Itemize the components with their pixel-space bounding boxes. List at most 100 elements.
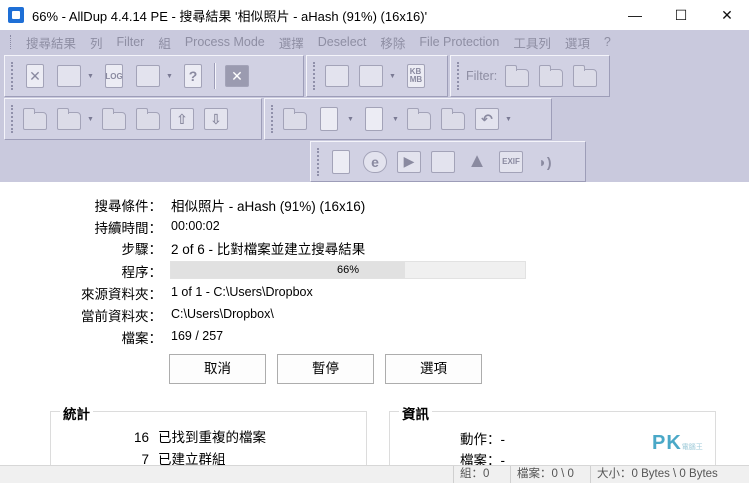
app-icon — [8, 7, 24, 23]
menu-bar: 搜尋結果 列 Filter 組 Process Mode 選擇 Deselect… — [0, 30, 749, 54]
menu-groups[interactable]: 組 — [151, 33, 178, 52]
undo-dropdown-icon[interactable]: ▼ — [504, 104, 513, 134]
current-folder-value: C:\Users\Dropbox\ — [171, 307, 274, 321]
toolbar-grip[interactable] — [271, 105, 274, 133]
log-button[interactable]: LOG — [99, 61, 129, 91]
deselect-folder-button[interactable] — [438, 104, 468, 134]
toolbar-selection: ▼ ▼ ↶ ▼ — [264, 98, 552, 140]
menu-columns[interactable]: 列 — [83, 33, 110, 52]
info-title: 資訊 — [399, 403, 432, 423]
traffic-cone-icon: ▲ — [467, 150, 487, 172]
menu-remove[interactable]: 移除 — [373, 33, 412, 52]
forward-button[interactable] — [54, 104, 84, 134]
folder-settings-button[interactable] — [280, 104, 310, 134]
text-doc-icon — [332, 149, 350, 174]
floppy-disk-icon — [136, 65, 160, 87]
menu-search-results[interactable]: 搜尋結果 — [19, 33, 83, 52]
options-button[interactable]: 選項 — [385, 354, 482, 384]
folder-down-icon — [136, 108, 160, 130]
toolbar-grip[interactable] — [11, 105, 14, 133]
undo-button[interactable]: ↶ — [472, 104, 502, 134]
image-viewer-button[interactable] — [428, 147, 458, 177]
nav-dropdown-icon[interactable]: ▼ — [86, 104, 95, 134]
size-unit-button[interactable]: KB MB — [401, 61, 431, 91]
help-icon: ? — [184, 64, 202, 88]
speaker-icon: ◗) — [538, 153, 552, 170]
search-criteria-label: 搜尋條件： — [94, 199, 163, 214]
exif-button[interactable]: EXIF — [496, 147, 526, 177]
info-action: 動作：- — [460, 432, 505, 447]
source-folder-label: 來源資料夾： — [81, 287, 162, 302]
column-layout-button[interactable] — [322, 61, 352, 91]
menu-process-mode[interactable]: Process Mode — [178, 35, 272, 49]
folder-icon — [505, 65, 530, 87]
save-button[interactable] — [133, 61, 163, 91]
columns-icon — [325, 65, 349, 87]
toolbar-file: ✕ ▼ LOG ▼ ? ✕ — [4, 55, 304, 97]
preview-button[interactable] — [54, 61, 84, 91]
duration-label: 持續時間： — [94, 221, 163, 236]
toolbar-grip[interactable] — [457, 62, 460, 90]
menu-grip[interactable] — [10, 35, 13, 49]
chrome-area: 搜尋結果 列 Filter 組 Process Mode 選擇 Deselect… — [0, 30, 749, 182]
doc-check-icon — [320, 107, 338, 131]
watermark-logo: PK電腦王 — [652, 432, 703, 455]
menu-select[interactable]: 選擇 — [272, 33, 311, 52]
menu-deselect[interactable]: Deselect — [311, 35, 374, 49]
column-width-button[interactable] — [356, 61, 386, 91]
folder-select-icon — [407, 108, 431, 130]
stat-duplicates-count: 16 — [133, 430, 149, 445]
folder-back-icon — [23, 108, 47, 130]
maximize-button[interactable]: ☐ — [658, 0, 704, 30]
files-value: 169 / 257 — [171, 329, 224, 343]
column-width-icon — [359, 65, 383, 87]
audio-button[interactable]: ◗) — [530, 147, 560, 177]
filter-folder-button[interactable] — [502, 61, 532, 91]
preview-dropdown-icon[interactable]: ▼ — [86, 61, 95, 91]
arrow-up-icon: ⇧ — [170, 108, 194, 130]
undo-icon: ↶ — [475, 108, 499, 130]
browser-button[interactable]: e — [360, 147, 390, 177]
duration-value: 00:00:02 — [171, 219, 220, 233]
select-folder-button[interactable] — [404, 104, 434, 134]
collapse-button[interactable] — [133, 104, 163, 134]
progress-label: 程序： — [121, 265, 163, 280]
menu-help[interactable]: ? — [597, 35, 618, 49]
delete-doc-icon: ✕ — [26, 64, 44, 88]
cancel-search-button[interactable]: ✕ — [222, 61, 252, 91]
filter-checked-button[interactable] — [536, 61, 566, 91]
files-label: 檔案： — [121, 331, 163, 346]
help-button[interactable]: ? — [178, 61, 208, 91]
minimize-button[interactable]: — — [612, 0, 658, 30]
toolbar-filter: Filter: — [450, 55, 610, 97]
cancel-button[interactable]: 取消 — [169, 354, 266, 384]
statistics-group: 統計 16 已找到重複的檔案 7 已建立群組 — [50, 403, 367, 471]
deselect-dropdown-icon[interactable]: ▼ — [391, 104, 400, 134]
text-viewer-button[interactable] — [326, 147, 356, 177]
menu-toolbars[interactable]: 工具列 — [506, 33, 558, 52]
pause-button[interactable]: 暫停 — [277, 354, 374, 384]
move-down-button[interactable]: ⇩ — [201, 104, 231, 134]
menu-filter[interactable]: Filter — [110, 35, 152, 49]
deselect-files-button[interactable] — [359, 104, 389, 134]
column-dropdown-icon[interactable]: ▼ — [388, 61, 397, 91]
select-files-button[interactable] — [314, 104, 344, 134]
toolbar-viewers: e ▶ ▲ EXIF ◗) — [310, 141, 586, 182]
stat-row: 16 已找到重複的檔案 — [51, 426, 266, 446]
select-dropdown-icon[interactable]: ▼ — [346, 104, 355, 134]
filter-unchecked-button[interactable] — [570, 61, 600, 91]
move-up-button[interactable]: ⇧ — [167, 104, 197, 134]
expand-button[interactable] — [99, 104, 129, 134]
close-button[interactable]: ✕ — [704, 0, 749, 30]
save-dropdown-icon[interactable]: ▼ — [165, 61, 174, 91]
toolbar-grip[interactable] — [313, 62, 316, 90]
back-button[interactable] — [20, 104, 50, 134]
menu-file-protection[interactable]: File Protection — [412, 35, 506, 49]
vlc-button[interactable]: ▲ — [462, 147, 492, 177]
toolbar-grip[interactable] — [317, 147, 320, 176]
toolbar-grip[interactable] — [11, 62, 14, 90]
delete-results-button[interactable]: ✕ — [20, 61, 50, 91]
menu-options[interactable]: 選項 — [558, 33, 597, 52]
media-player-button[interactable]: ▶ — [394, 147, 424, 177]
statistics-title: 統計 — [60, 403, 93, 423]
